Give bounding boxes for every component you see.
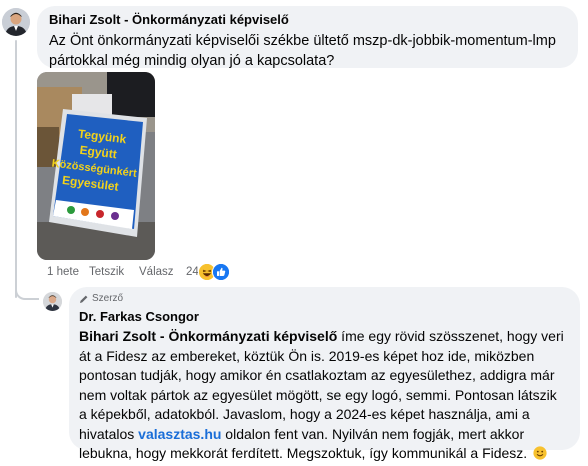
reply-bubble: Szerző Dr. Farkas Csongor Bihari Zsolt -… [69,287,580,461]
comment-timestamp[interactable]: 1 hete [47,266,79,278]
pencil-icon [79,294,89,304]
author-badge-label: Szerző [92,293,124,304]
comment-text: Az Önt önkormányzati képviselői székbe ü… [49,33,556,69]
reply-author-name[interactable]: Dr. Farkas Csongor [79,309,568,325]
reply-button[interactable]: Válasz [139,266,174,278]
author-badge: Szerző [79,292,568,305]
like-button[interactable]: Tetszik [89,266,124,278]
reaction-count[interactable]: 24 [186,266,199,278]
thread-line-main [15,40,17,298]
commenter-avatar[interactable] [2,8,30,36]
reply-author-avatar[interactable] [43,292,62,311]
thread-line-branch [15,288,39,300]
smile-emoji-icon [533,446,547,460]
reply-text-part1: íme egy rövid szösszenet, hogy veri át a… [79,328,564,442]
reply-text: Bihari Zsolt - Önkormányzati képviselő í… [79,327,568,464]
comment-photo[interactable]: Tegyünk Együtt Közösségünkért Egyesület [37,72,155,260]
valasztas-link[interactable]: valasztas.hu [138,426,221,442]
like-icon[interactable] [212,263,230,281]
mention-tag[interactable]: Bihari Zsolt - Önkormányzati képviselő [79,328,337,344]
comment-bubble: Bihari Zsolt - Önkormányzati képviselő A… [37,6,578,69]
comment-author-name[interactable]: Bihari Zsolt - Önkormányzati képviselő [49,12,566,28]
